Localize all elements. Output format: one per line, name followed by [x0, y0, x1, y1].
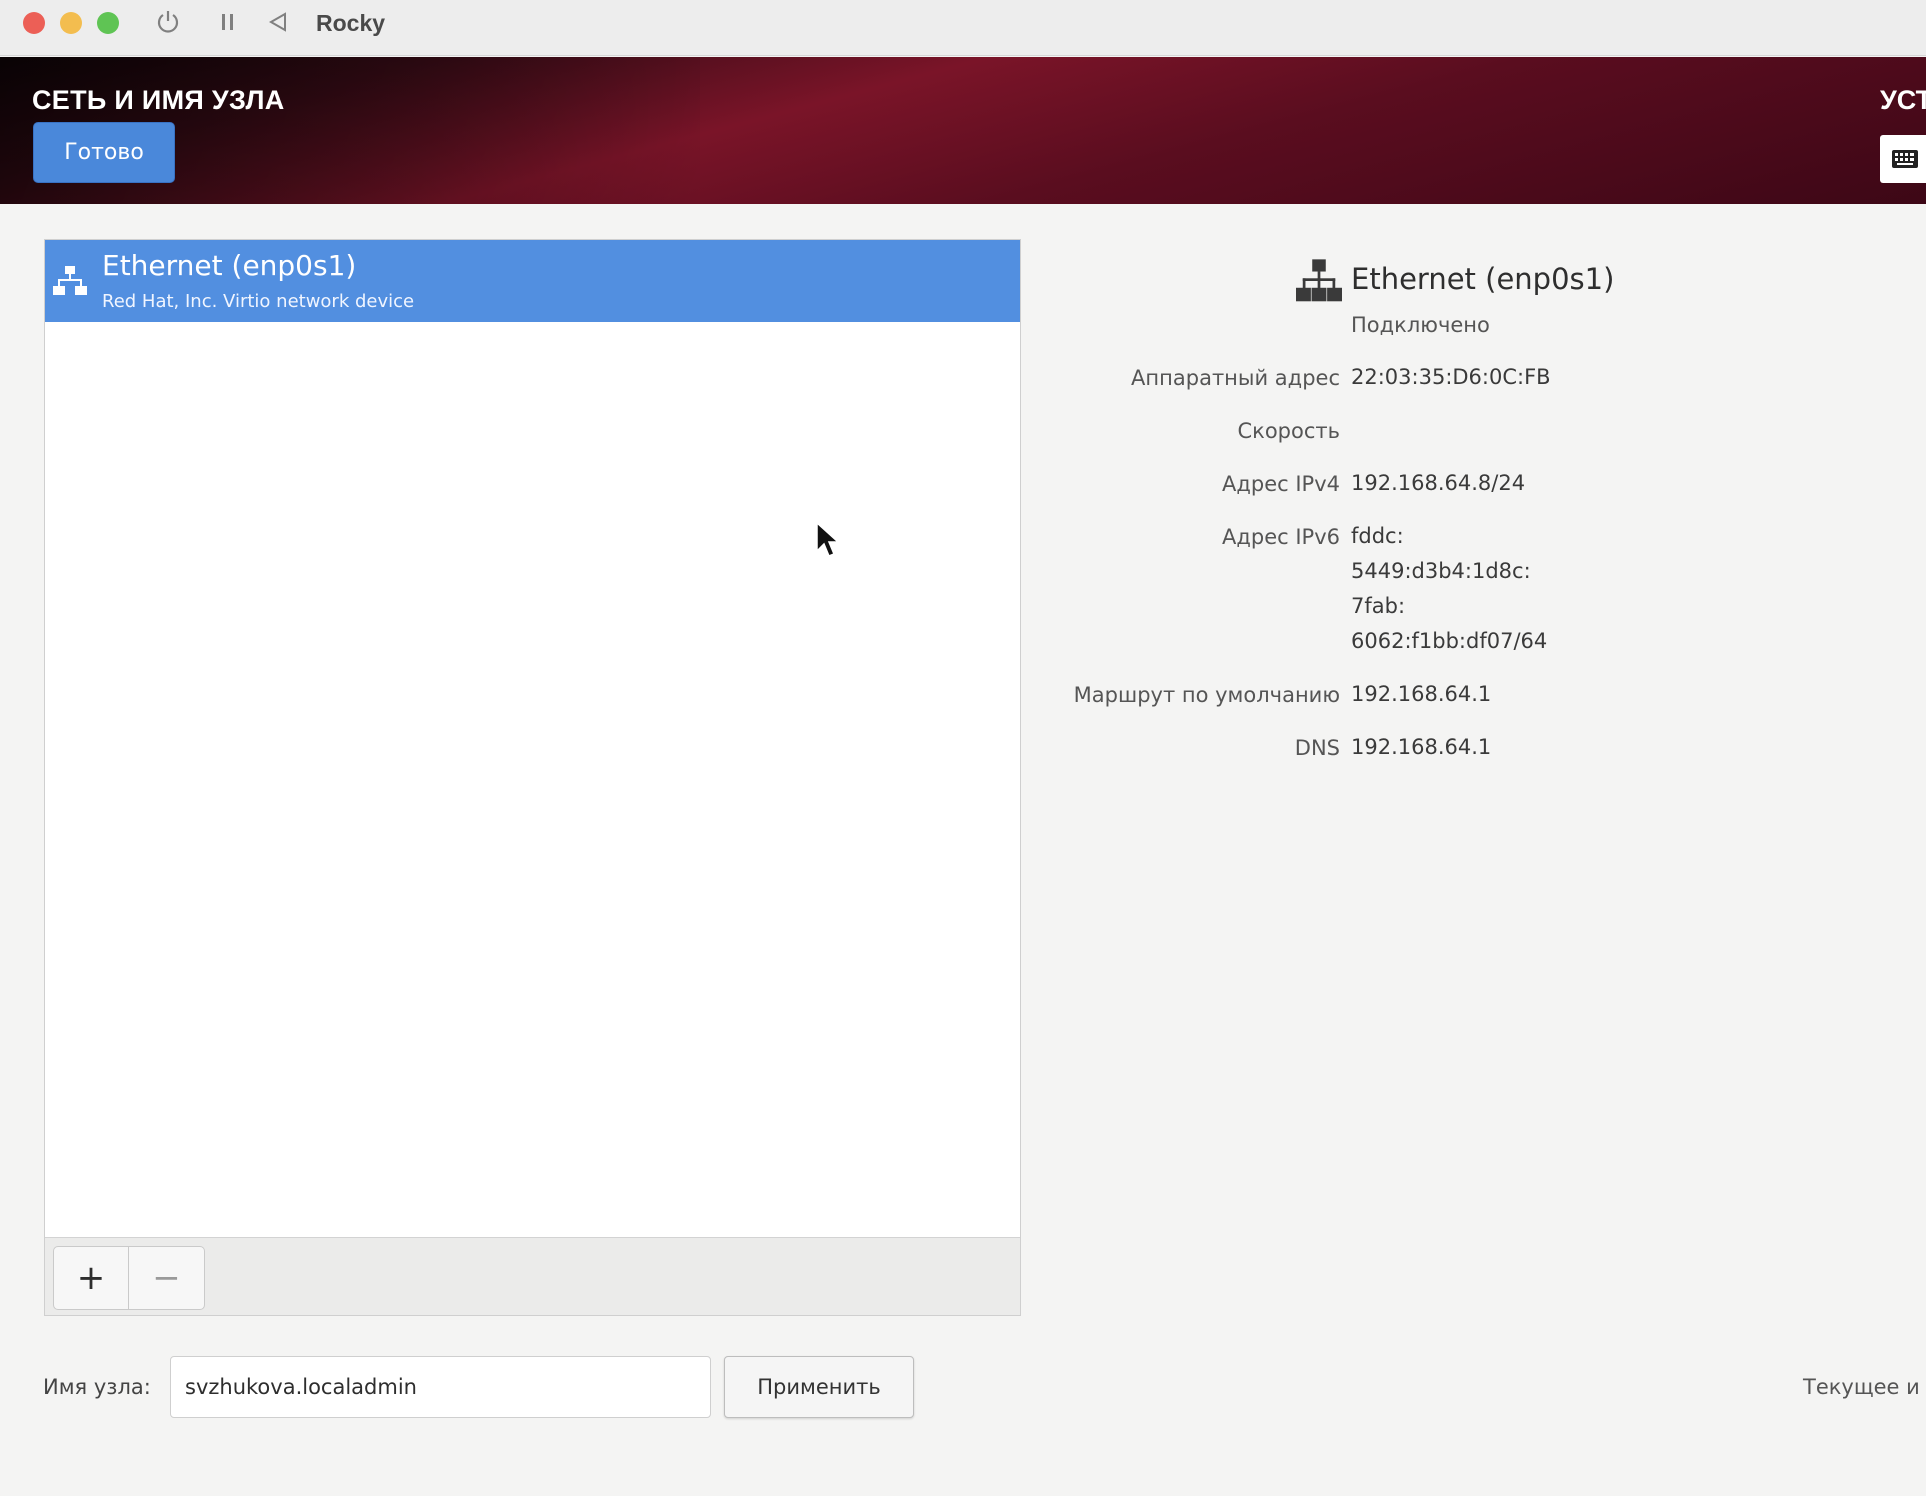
ipv4-value: 192.168.64.8/24 [1351, 471, 1526, 495]
remove-device-button[interactable]: − [129, 1246, 205, 1310]
power-icon[interactable] [154, 8, 182, 43]
pause-icon[interactable] [218, 8, 238, 43]
ipv6-label: Адрес IPv6 [1221, 525, 1340, 549]
list-item-ethernet[interactable]: Ethernet (enp0s1) Red Hat, Inc. Virtio n… [45, 240, 1020, 322]
keyboard-layout-button[interactable] [1880, 135, 1926, 183]
ipv6-value-line-2: 5449:d3b4:1d8c: [1351, 559, 1531, 583]
window-title: Rocky [316, 10, 386, 36]
done-button[interactable]: Готово [33, 122, 175, 183]
device-description: Red Hat, Inc. Virtio network device [102, 291, 415, 312]
default-route-label: Маршрут по умолчанию [1073, 683, 1340, 707]
ipv6-value-line-1: fddc: [1351, 524, 1404, 548]
mouse-cursor-icon [815, 521, 840, 563]
connection-status: Подключено [1351, 313, 1490, 337]
hostname-label: Имя узла: [43, 1375, 151, 1399]
network-wired-icon [53, 264, 87, 302]
network-wired-icon [1296, 258, 1342, 308]
device-name: Ethernet (enp0s1) [102, 249, 357, 282]
device-detail-title: Ethernet (enp0s1) [1351, 262, 1615, 296]
back-icon[interactable] [266, 8, 290, 43]
close-window-button[interactable] [23, 12, 45, 34]
speed-label: Скорость [1237, 419, 1340, 443]
zoom-window-button[interactable] [97, 12, 119, 34]
hostname-input[interactable] [170, 1356, 711, 1418]
host-titlebar: Rocky [0, 0, 1926, 56]
ipv4-label: Адрес IPv4 [1221, 472, 1340, 496]
keyboard-icon [1892, 150, 1918, 168]
ipv6-value-line-3: 7fab: [1351, 594, 1406, 618]
hardware-address-label: Аппаратный адрес [1131, 366, 1340, 390]
dns-value: 192.168.64.1 [1351, 735, 1492, 759]
device-list: Ethernet (enp0s1) Red Hat, Inc. Virtio n… [44, 239, 1021, 1316]
minimize-window-button[interactable] [60, 12, 82, 34]
list-toolbar: + − [45, 1237, 1020, 1315]
dns-label: DNS [1294, 736, 1340, 760]
ipv6-value-line-4: 6062:f1bb:df07/64 [1351, 629, 1548, 653]
hardware-address-value: 22:03:35:D6:0C:FB [1351, 365, 1551, 389]
current-hostname-label: Текущее и [1803, 1375, 1920, 1399]
spoke-header: СЕТЬ И ИМЯ УЗЛА Готово УСТ [0, 57, 1926, 204]
add-device-button[interactable]: + [53, 1246, 129, 1310]
default-route-value: 192.168.64.1 [1351, 682, 1492, 706]
page-title: СЕТЬ И ИМЯ УЗЛА [32, 85, 285, 115]
installation-title-partial: УСТ [1880, 85, 1926, 115]
apply-hostname-button[interactable]: Применить [724, 1356, 914, 1418]
